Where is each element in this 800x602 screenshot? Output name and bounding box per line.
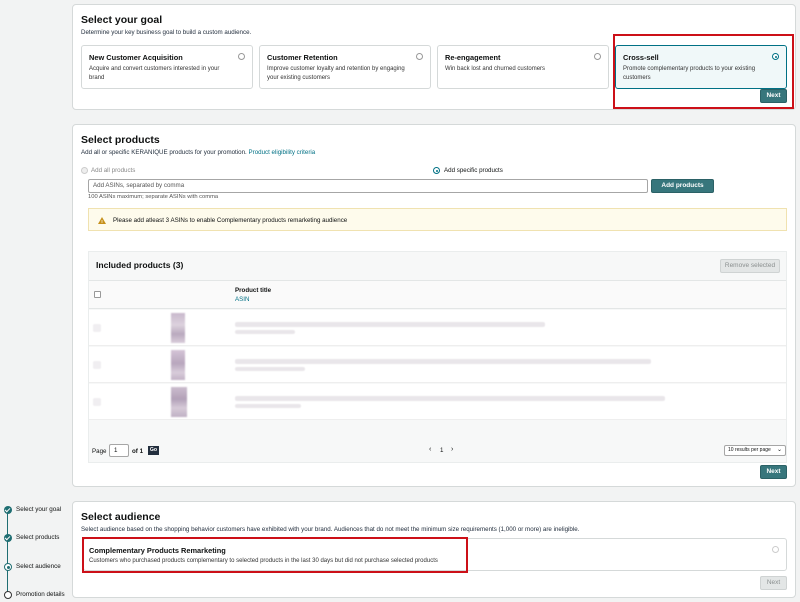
goal-option-reengagement[interactable]: Re-engagement Win back lost and churned … bbox=[437, 45, 609, 89]
products-title: Select products bbox=[81, 134, 160, 146]
row-checkbox[interactable] bbox=[93, 361, 101, 369]
pagination-of: of 1 bbox=[132, 448, 144, 455]
col-product-title[interactable]: Product title bbox=[235, 287, 271, 294]
goal-subtitle: Determine your key business goal to buil… bbox=[81, 29, 252, 36]
eligibility-link[interactable]: Product eligibility criteria bbox=[249, 149, 316, 156]
results-per-page-select[interactable]: 10 results per page ⌄ bbox=[724, 445, 786, 456]
goal-radio[interactable] bbox=[416, 53, 423, 60]
current-page-number[interactable]: 1 bbox=[440, 447, 443, 454]
audience-title: Select audience bbox=[81, 511, 161, 523]
sidebar-step-goal[interactable]: Select your goal bbox=[16, 506, 61, 513]
products-card: Select products Add all or specific KERA… bbox=[72, 124, 796, 487]
page-input[interactable]: 1 bbox=[109, 444, 129, 457]
highlight-audience-option bbox=[82, 537, 468, 573]
row-checkbox[interactable] bbox=[93, 324, 101, 332]
check-icon bbox=[4, 506, 12, 514]
goal-title: Select your goal bbox=[81, 14, 163, 26]
asin-hint: 100 ASINs maximum; separate ASINs with c… bbox=[88, 194, 219, 200]
add-products-button[interactable]: Add products bbox=[651, 179, 714, 193]
goal-option-title: Customer Retention bbox=[267, 53, 338, 62]
go-button[interactable]: Go bbox=[148, 446, 159, 455]
goal-option-title: Re-engagement bbox=[445, 53, 501, 62]
goal-radio[interactable] bbox=[594, 53, 601, 60]
table-row bbox=[89, 384, 786, 420]
sidebar-step-products[interactable]: Select products bbox=[16, 534, 59, 541]
radio-specific-label: Add specific products bbox=[444, 167, 503, 174]
col-asin[interactable]: ASIN bbox=[235, 296, 249, 303]
table-header: Product title ASIN bbox=[89, 280, 786, 309]
product-title-blur bbox=[235, 396, 665, 401]
goal-option-desc: Acquire and convert customers interested… bbox=[89, 66, 220, 81]
asin-input[interactable]: Add ASINs, separated by comma bbox=[88, 179, 648, 193]
radio-specific-products[interactable] bbox=[433, 167, 440, 174]
radio-all-products[interactable] bbox=[81, 167, 88, 174]
goal-option-retention[interactable]: Customer Retention Improve customer loya… bbox=[259, 45, 431, 89]
products-subtitle: Add all or specific KERANIQUE products f… bbox=[81, 149, 315, 156]
audience-next-button[interactable]: Next bbox=[760, 576, 787, 590]
product-thumbnail bbox=[171, 313, 185, 343]
product-asin-blur bbox=[235, 330, 295, 334]
product-title-blur bbox=[235, 322, 545, 327]
goal-option-title: New Customer Acquisition bbox=[89, 53, 183, 62]
goal-radio[interactable] bbox=[238, 53, 245, 60]
audience-subtitle: Select audience based on the shopping be… bbox=[81, 526, 580, 533]
table-row bbox=[89, 310, 786, 346]
step-progress-line bbox=[7, 509, 8, 595]
pending-step-icon bbox=[4, 591, 12, 599]
product-thumbnail bbox=[171, 387, 187, 417]
products-next-button[interactable]: Next bbox=[760, 465, 787, 479]
prev-page-icon[interactable]: ‹ bbox=[429, 446, 431, 453]
goal-option-new-customer[interactable]: New Customer Acquisition Acquire and con… bbox=[81, 45, 253, 89]
chevron-down-icon: ⌄ bbox=[776, 447, 782, 453]
radio-all-label: Add all products bbox=[91, 167, 136, 174]
remove-selected-button[interactable]: Remove selected bbox=[720, 259, 780, 273]
product-asin-blur bbox=[235, 367, 305, 371]
sidebar-step-promotion[interactable]: Promotion details bbox=[16, 591, 65, 598]
current-step-icon bbox=[4, 563, 12, 571]
select-all-checkbox[interactable] bbox=[94, 291, 101, 298]
product-title-blur bbox=[235, 359, 651, 364]
next-page-icon[interactable]: › bbox=[451, 446, 453, 453]
included-products-panel: Included products (3) Remove selected Pr… bbox=[88, 251, 787, 463]
asin-alert: ! Please add atleast 3 ASINs to enable C… bbox=[88, 208, 787, 231]
products-subtitle-text: Add all or specific KERANIQUE products f… bbox=[81, 149, 247, 156]
product-thumbnail bbox=[171, 350, 185, 380]
goal-option-desc: Win back lost and churned customers bbox=[445, 66, 546, 72]
pagination-page-label: Page bbox=[92, 448, 107, 455]
product-asin-blur bbox=[235, 404, 301, 408]
sidebar-step-audience[interactable]: Select audience bbox=[16, 563, 61, 570]
check-icon bbox=[4, 534, 12, 542]
row-checkbox[interactable] bbox=[93, 398, 101, 406]
highlight-cross-sell bbox=[613, 34, 794, 109]
alert-text: Please add atleast 3 ASINs to enable Com… bbox=[113, 217, 348, 224]
audience-radio[interactable] bbox=[772, 546, 779, 553]
goal-option-desc: Improve customer loyalty and retention b… bbox=[267, 66, 405, 81]
included-title: Included products (3) bbox=[96, 260, 184, 270]
table-row bbox=[89, 347, 786, 383]
